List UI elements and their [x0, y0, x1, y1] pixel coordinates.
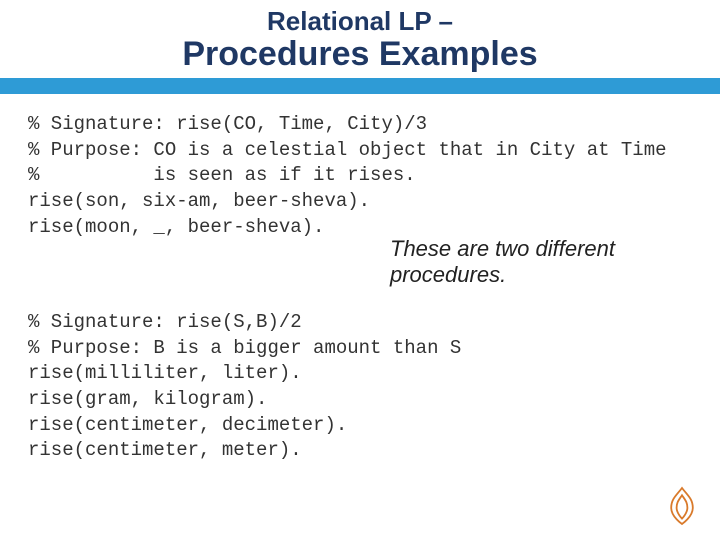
logo-icon — [664, 486, 700, 526]
code-block-1: % Signature: rise(CO, Time, City)/3 % Pu… — [28, 112, 692, 240]
annotation-text: These are two different procedures. — [390, 236, 690, 289]
slide: Relational LP – Procedures Examples % Si… — [0, 0, 720, 540]
code-block-2: % Signature: rise(S,B)/2 % Purpose: B is… — [28, 310, 692, 464]
title-line1: Relational LP – — [0, 6, 720, 37]
slide-title: Relational LP – Procedures Examples — [0, 0, 720, 74]
title-line2: Procedures Examples — [0, 35, 720, 74]
title-underline-bar — [0, 78, 720, 94]
